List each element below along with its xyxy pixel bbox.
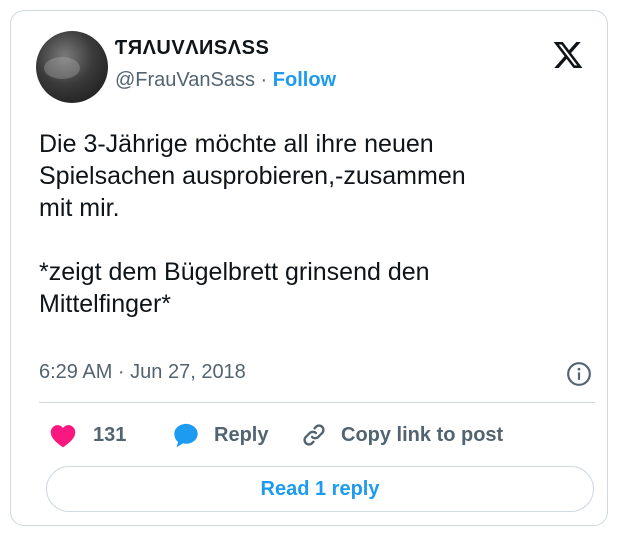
tweet-text: Die 3-Jährige möchte all ihre neuen Spie…	[39, 130, 466, 318]
follow-button[interactable]: Follow	[273, 69, 336, 91]
speech-bubble-icon	[174, 423, 198, 448]
reply-button[interactable]: Reply	[172, 419, 268, 451]
author-display-name[interactable]: ƬЯΛUVΛИSΛSS	[115, 37, 269, 60]
x-logo-icon[interactable]	[552, 39, 584, 71]
divider	[39, 402, 595, 403]
like-count: 131	[93, 423, 127, 446]
info-icon[interactable]	[566, 361, 592, 387]
author-handle-row: @FrauVanSass · Follow	[115, 69, 336, 92]
author-handle[interactable]: @FrauVanSass	[115, 69, 255, 91]
tweet-timestamp[interactable]: 6:29 AM · Jun 27, 2018	[39, 361, 246, 384]
tweet-card: ƬЯΛUVΛИSΛSS @FrauVanSass · Follow Die 3-…	[10, 10, 608, 526]
copy-link-button[interactable]: Copy link to post	[301, 419, 503, 451]
heart-icon	[50, 425, 76, 448]
handle-separator: ·	[255, 69, 273, 91]
read-reply-button[interactable]: Read 1 reply	[46, 466, 594, 512]
reply-label: Reply	[214, 423, 269, 446]
like-button[interactable]: 131	[49, 419, 126, 451]
avatar[interactable]	[36, 31, 108, 103]
copy-link-label: Copy link to post	[341, 423, 504, 446]
link-icon	[303, 424, 325, 446]
